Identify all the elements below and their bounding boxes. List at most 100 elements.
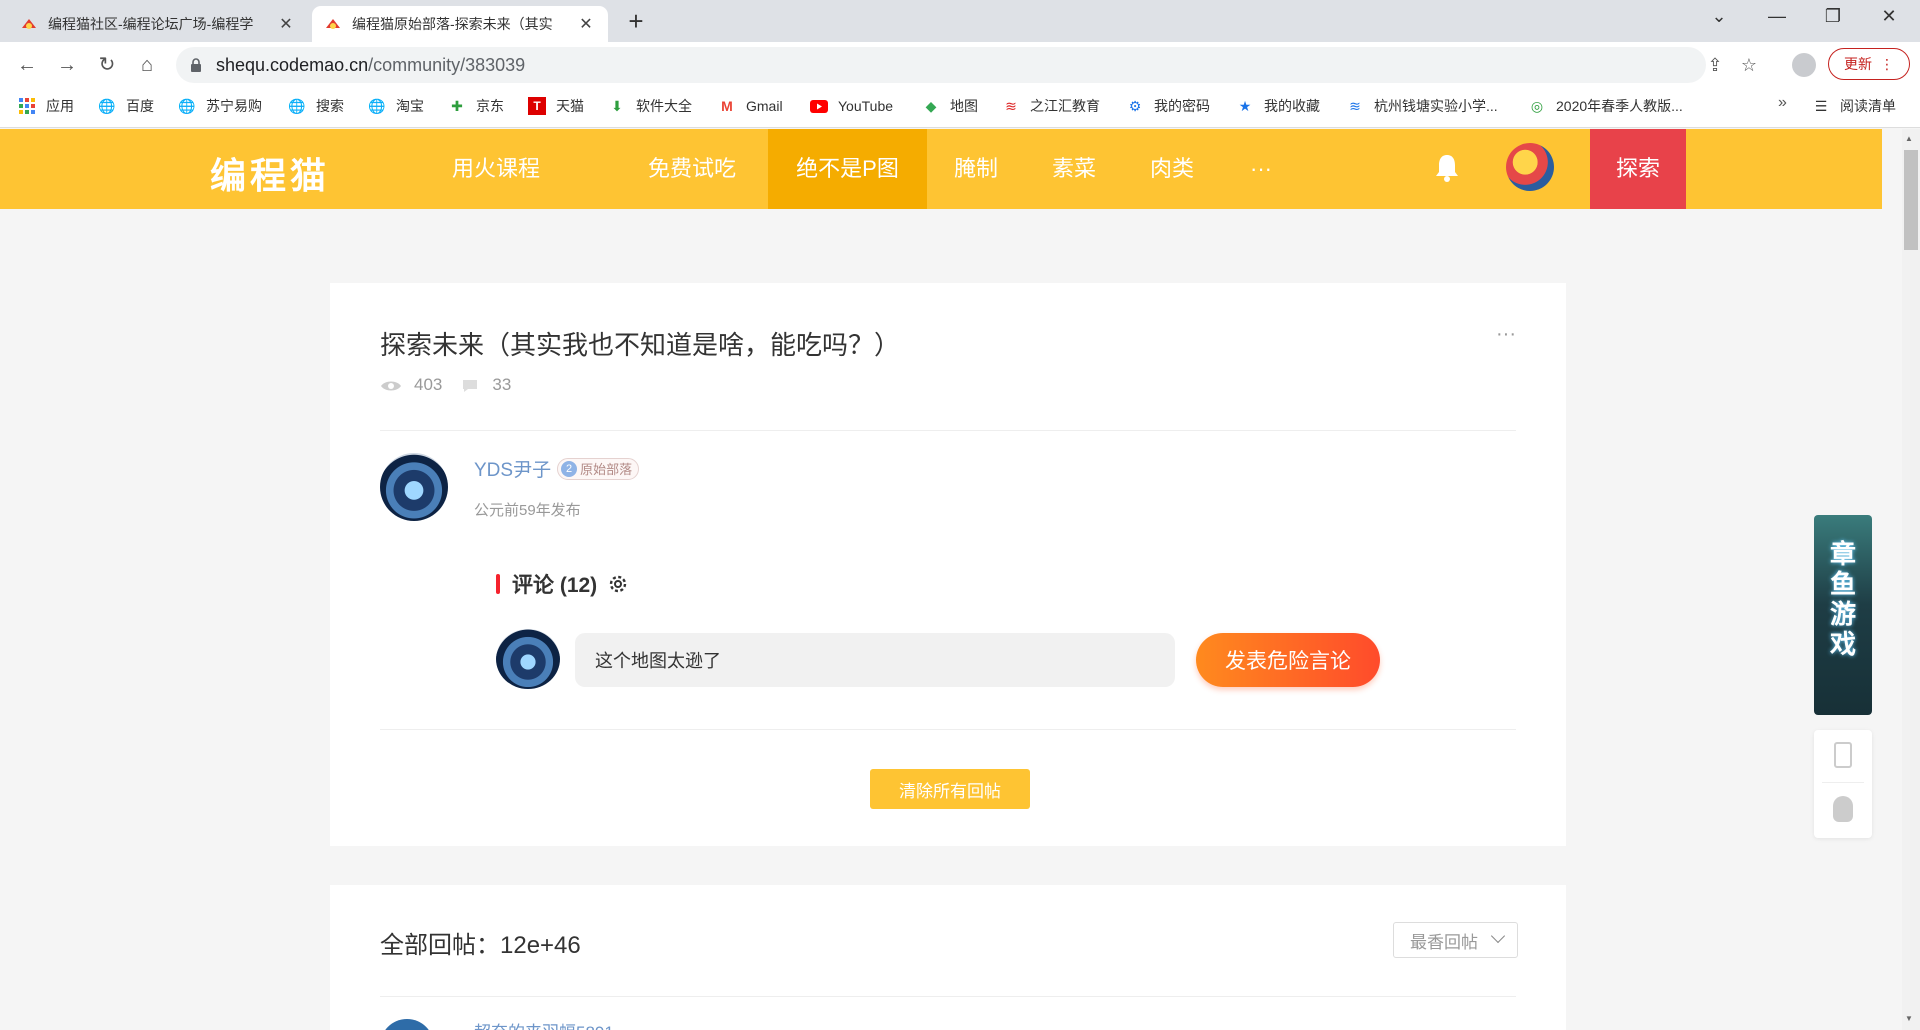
replies-card: 全部回帖：12e+46 最香回帖 超奈的夹羽蝠5891: [330, 885, 1566, 1030]
badge-label: 原始部落: [580, 462, 633, 477]
update-label: 更新: [1844, 56, 1872, 72]
bookmark-passwords[interactable]: ⚙ 我的密码: [1126, 88, 1210, 124]
school-icon: ≋: [1349, 97, 1361, 114]
author-avatar[interactable]: [380, 453, 448, 521]
bookmark-software[interactable]: ⬇ 软件大全: [608, 88, 692, 124]
bookmark-taobao[interactable]: 🌐 淘宝: [368, 88, 424, 124]
reply-author-name[interactable]: 超奈的夹羽蝠5891: [474, 1018, 614, 1030]
close-tab-icon[interactable]: ✕: [276, 14, 296, 34]
codemao-favicon-icon: [20, 15, 38, 33]
bookmark-jd[interactable]: ✚ 京东: [448, 88, 504, 124]
clear-all-replies-button[interactable]: 清除所有回帖: [870, 769, 1030, 809]
bookmark-suning[interactable]: 🌐 苏宁易购: [178, 88, 262, 124]
new-tab-button[interactable]: +: [622, 8, 650, 36]
zjh-icon: ≋: [1005, 97, 1017, 114]
bookmark-favorites[interactable]: ★ 我的收藏: [1236, 88, 1320, 124]
update-button[interactable]: 更新 ⋮: [1828, 48, 1910, 80]
bookmarks-bar: 应用 🌐 百度 🌐 苏宁易购 🌐 搜索 🌐 淘宝 ✚ 京东 T 天猫 ⬇ 软件大全 M Gmai…: [0, 88, 1920, 128]
jd-icon: ✚: [451, 97, 463, 114]
divider: [380, 729, 1516, 730]
home-icon[interactable]: ⌂: [132, 50, 162, 80]
close-tab-icon[interactable]: ✕: [576, 14, 596, 34]
profile-avatar-icon[interactable]: [1792, 53, 1816, 77]
replies-title: 全部回帖：12e+46: [380, 932, 581, 959]
bookmark-tmall[interactable]: T 天猫: [528, 88, 584, 124]
youtube-icon: [810, 97, 828, 115]
site-navbar: 编程猫 用火课程 免费试吃 绝不是P图 腌制 素菜 肉类 ··· 探索: [0, 129, 1882, 209]
browser-tab-community[interactable]: 编程猫社区-编程论坛广场-编程学 ✕: [8, 6, 308, 42]
page-scrollbar[interactable]: [1902, 129, 1920, 1030]
restore-window-icon[interactable]: ❐: [1810, 6, 1856, 27]
sort-label: 最香回帖: [1410, 932, 1478, 952]
bookmark-school[interactable]: ≋ 杭州钱塘实验小学...: [1346, 88, 1498, 124]
reply-avatar[interactable]: [380, 1019, 434, 1030]
phone-icon[interactable]: [1834, 742, 1852, 768]
post-more-icon[interactable]: ···: [1496, 323, 1516, 346]
nav-link-vegetables[interactable]: 素菜: [1035, 129, 1113, 209]
bookmark-gmail[interactable]: M Gmail: [718, 88, 782, 124]
back-arrow-icon[interactable]: ←: [12, 50, 42, 80]
scroll-down-icon[interactable]: ▼: [1905, 1014, 1913, 1023]
menu-kebab-icon: ⋮: [1880, 55, 1894, 72]
reading-list-icon: ☰: [1814, 97, 1828, 114]
bookmark-baidu[interactable]: 🌐 百度: [98, 88, 154, 124]
globe-icon: 🌐: [288, 97, 306, 114]
nav-link-courses[interactable]: 用火课程: [430, 129, 562, 209]
author-name[interactable]: YDS尹子: [474, 455, 551, 482]
post-comment-button[interactable]: 发表危险言论: [1196, 633, 1380, 687]
divider: [380, 430, 1516, 431]
side-toolbox: [1814, 730, 1872, 838]
reading-list[interactable]: ☰ 阅读清单: [1812, 88, 1896, 124]
nav-link-not-p-image[interactable]: 绝不是P图: [768, 129, 927, 209]
post-card: 探索未来（其实我也不知道是啥，能吃吗？） ··· 403 33 YDS尹子 2 …: [330, 283, 1566, 846]
reload-icon[interactable]: ↻: [92, 50, 122, 80]
scroll-up-icon[interactable]: ▲: [1905, 134, 1913, 143]
bookmark-zjh[interactable]: ≋ 之江汇教育: [1002, 88, 1100, 124]
bookmark-apps[interactable]: 应用: [18, 88, 74, 124]
comment-input[interactable]: 这个地图太逊了: [575, 633, 1175, 687]
bookmark-maps[interactable]: ◆ 地图: [922, 88, 978, 124]
gear-icon[interactable]: [607, 573, 629, 595]
lock-icon[interactable]: [190, 58, 202, 72]
tab-title: 编程猫社区-编程论坛广场-编程学: [48, 16, 254, 32]
bell-icon[interactable]: [1434, 153, 1460, 183]
maps-icon: ◆: [925, 97, 937, 114]
comment-heading: 评论 (12): [512, 574, 598, 597]
bookmark-textbook[interactable]: ◎ 2020年春季人教版...: [1528, 88, 1683, 124]
tab-title: 编程猫原始部落-探索未来（其实: [352, 16, 553, 32]
bookmark-star-icon[interactable]: ☆: [1734, 47, 1764, 83]
divider: [1822, 782, 1864, 783]
side-ad-banner[interactable]: 章鱼游戏: [1814, 515, 1872, 715]
site-logo[interactable]: 编程猫: [210, 147, 330, 199]
browser-tab-tribe[interactable]: 编程猫原始部落-探索未来（其实 ✕: [312, 6, 608, 42]
address-bar[interactable]: shequ.codemao.cn/community/383039 ⇪ ☆: [176, 47, 1757, 83]
gmail-icon: M: [721, 98, 733, 114]
sort-dropdown[interactable]: 最香回帖: [1393, 922, 1518, 958]
badge-number: 2: [561, 460, 578, 477]
qq-penguin-icon[interactable]: [1833, 796, 1853, 822]
tab-search-chevron-icon[interactable]: ⌄: [1696, 6, 1742, 27]
close-window-icon[interactable]: ✕: [1866, 6, 1912, 27]
nav-link-meat[interactable]: 肉类: [1133, 129, 1211, 209]
bookmark-youtube[interactable]: YouTube: [810, 88, 893, 124]
minimize-icon[interactable]: —: [1754, 6, 1800, 27]
nav-link-free-trial[interactable]: 免费试吃: [626, 129, 758, 209]
nav-more-icon[interactable]: ···: [1226, 129, 1296, 209]
globe-icon: 🌐: [98, 97, 116, 114]
explore-button[interactable]: 探索: [1590, 129, 1686, 209]
browser-toolbar: ← → ↻ ⌂ shequ.codemao.cn/community/38303…: [0, 42, 1920, 88]
share-icon[interactable]: ⇪: [1700, 47, 1730, 83]
accent-bar: [496, 574, 500, 594]
more-bookmarks-icon[interactable]: »: [1778, 94, 1787, 112]
scrollbar-thumb[interactable]: [1904, 150, 1918, 250]
forward-arrow-icon[interactable]: →: [52, 50, 82, 80]
download-icon: ⬇: [611, 97, 623, 114]
eye-icon: [380, 378, 402, 392]
codemao-favicon-icon: [324, 15, 342, 33]
globe-icon: 🌐: [178, 97, 196, 114]
user-avatar[interactable]: [1506, 143, 1554, 191]
view-count: 403: [414, 375, 443, 394]
nav-link-pickled[interactable]: 腌制: [937, 129, 1015, 209]
bookmark-search[interactable]: 🌐 搜索: [288, 88, 344, 124]
star-icon: ★: [1238, 97, 1252, 114]
